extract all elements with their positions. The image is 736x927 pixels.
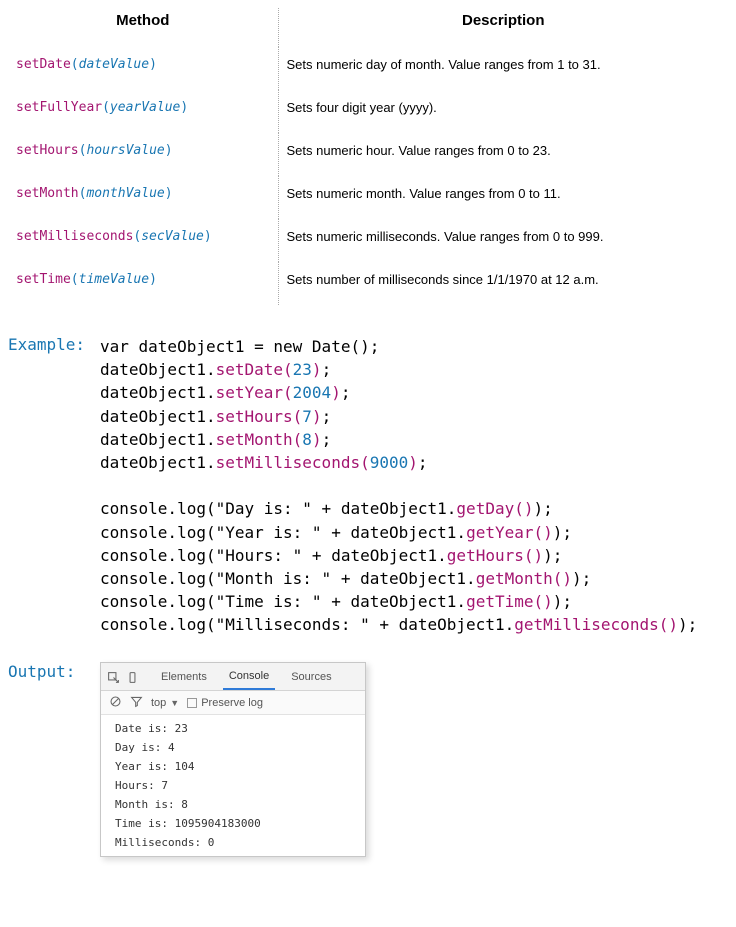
method-signature: setFullYear(yearValue): [8, 90, 278, 133]
console-output: Date is: 23Day is: 4Year is: 104Hours: 7…: [101, 715, 365, 856]
clear-icon[interactable]: [109, 695, 122, 711]
console-line: Month is: 8: [101, 795, 365, 814]
context-selector[interactable]: top ▼: [151, 697, 179, 709]
device-icon[interactable]: [126, 671, 139, 687]
methods-table: Method Description setDate(dateValue)Set…: [8, 8, 728, 305]
filter-icon[interactable]: [130, 695, 143, 711]
table-row: setHours(hoursValue)Sets numeric hour. V…: [8, 133, 728, 176]
devtools-toolbar: top ▼ Preserve log: [101, 691, 365, 715]
table-row: setTime(timeValue)Sets number of millise…: [8, 262, 728, 305]
devtools-panel: Elements Console Sources top ▼ Preserve …: [100, 662, 366, 857]
console-line: Day is: 4: [101, 738, 365, 757]
example-label: Example:: [8, 335, 100, 354]
tab-sources[interactable]: Sources: [285, 668, 337, 689]
example-code: var dateObject1 = new Date(); dateObject…: [100, 335, 697, 636]
method-signature: setMilliseconds(secValue): [8, 219, 278, 262]
table-row: setFullYear(yearValue)Sets four digit ye…: [8, 90, 728, 133]
method-signature: setMonth(monthValue): [8, 176, 278, 219]
context-label: top: [151, 697, 166, 709]
checkbox-icon: [187, 698, 197, 708]
method-description: Sets numeric milliseconds. Value ranges …: [278, 219, 728, 262]
method-description: Sets four digit year (yyyy).: [278, 90, 728, 133]
method-signature: setDate(dateValue): [8, 47, 278, 90]
method-description: Sets number of milliseconds since 1/1/19…: [278, 262, 728, 305]
preserve-log-checkbox[interactable]: Preserve log: [187, 697, 263, 709]
tab-elements[interactable]: Elements: [155, 668, 213, 689]
table-row: setMonth(monthValue)Sets numeric month. …: [8, 176, 728, 219]
console-line: Hours: 7: [101, 776, 365, 795]
output-label: Output:: [8, 662, 100, 681]
header-description: Description: [278, 8, 728, 47]
example-section: Example: var dateObject1 = new Date(); d…: [8, 335, 728, 636]
table-row: setDate(dateValue)Sets numeric day of mo…: [8, 47, 728, 90]
console-line: Date is: 23: [101, 719, 365, 738]
preserve-log-label: Preserve log: [201, 697, 263, 709]
tab-console[interactable]: Console: [223, 667, 275, 690]
chevron-down-icon: ▼: [170, 698, 179, 708]
method-signature: setTime(timeValue): [8, 262, 278, 305]
output-section: Output: Elements Console Sources top ▼ P…: [8, 662, 728, 857]
method-signature: setHours(hoursValue): [8, 133, 278, 176]
table-row: setMilliseconds(secValue)Sets numeric mi…: [8, 219, 728, 262]
devtools-tabbar: Elements Console Sources: [101, 663, 365, 691]
method-description: Sets numeric month. Value ranges from 0 …: [278, 176, 728, 219]
console-line: Milliseconds: 0: [101, 833, 365, 852]
method-description: Sets numeric hour. Value ranges from 0 t…: [278, 133, 728, 176]
console-line: Time is: 1095904183000: [101, 814, 365, 833]
inspect-icon[interactable]: [107, 671, 120, 687]
console-line: Year is: 104: [101, 757, 365, 776]
method-description: Sets numeric day of month. Value ranges …: [278, 47, 728, 90]
header-method: Method: [8, 8, 278, 47]
